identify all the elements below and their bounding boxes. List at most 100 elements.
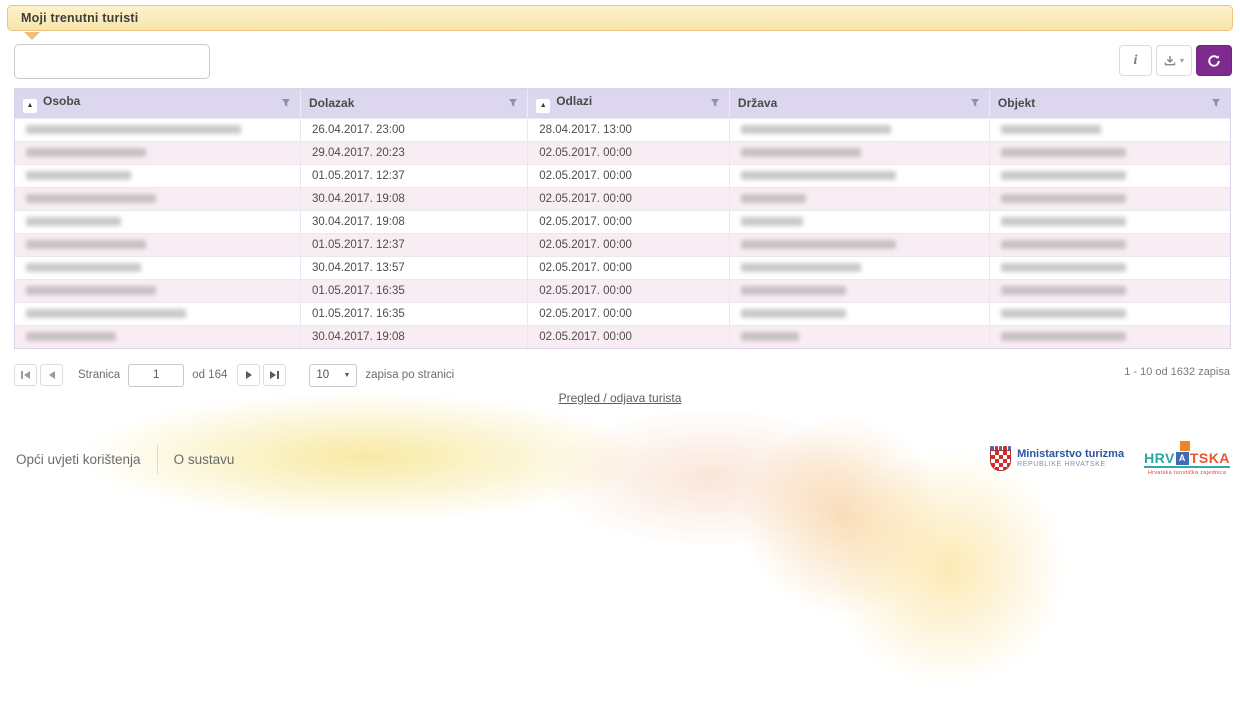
footer-logos: Ministarstvo turizma REPUBLIKE HRVATSKE … xyxy=(990,441,1230,476)
page-label: Stranica xyxy=(78,369,120,381)
redacted-text xyxy=(1001,217,1126,226)
page-size-select[interactable]: 10 ▼ xyxy=(309,364,357,387)
funnel-icon[interactable] xyxy=(970,98,980,108)
review-checkout-tourists-link[interactable]: Pregled / odjava turista xyxy=(559,391,682,405)
cell-osoba xyxy=(15,118,301,141)
cell-drzava xyxy=(729,233,989,256)
info-icon: i xyxy=(1134,53,1138,69)
cell-objekt xyxy=(989,325,1230,348)
redacted-text xyxy=(26,332,116,341)
terms-of-use-link[interactable]: Opći uvjeti korištenja xyxy=(16,452,141,467)
ministry-subtitle: REPUBLIKE HRVATSKE xyxy=(1017,461,1124,468)
cell-objekt xyxy=(989,256,1230,279)
table-row[interactable]: 30.04.2017. 13:5702.05.2017. 00:00 xyxy=(15,256,1230,279)
table-row[interactable]: 29.04.2017. 20:2302.05.2017. 00:00 xyxy=(15,141,1230,164)
cell-osoba xyxy=(15,279,301,302)
column-label: Dolazak xyxy=(309,96,354,110)
pagination-bar: Stranica od 164 10 ▼ zapisa po stranici xyxy=(14,363,454,387)
cell-dolazak: 30.04.2017. 19:08 xyxy=(301,210,528,233)
cell-odlazi: 02.05.2017. 00:00 xyxy=(528,256,730,279)
redacted-text xyxy=(1001,240,1126,249)
column-label: Objekt xyxy=(998,96,1035,110)
cell-drzava xyxy=(729,325,989,348)
cell-objekt xyxy=(989,118,1230,141)
funnel-icon[interactable] xyxy=(1211,98,1221,108)
cell-dolazak: 30.04.2017. 19:08 xyxy=(301,325,528,348)
redacted-text xyxy=(741,171,896,180)
cell-dolazak: 29.04.2017. 20:23 xyxy=(301,141,528,164)
tab-moji-trenutni-turisti[interactable]: Moji trenutni turisti xyxy=(7,5,1233,31)
column-header-dolazak[interactable]: Dolazak xyxy=(301,89,528,118)
refresh-icon xyxy=(1207,54,1221,68)
cell-objekt xyxy=(989,164,1230,187)
table-row[interactable]: 30.04.2017. 19:0802.05.2017. 00:00 xyxy=(15,187,1230,210)
column-header-odlazi[interactable]: ▲Odlazi xyxy=(528,89,730,118)
redacted-text xyxy=(1001,194,1126,203)
table-row[interactable]: 30.04.2017. 19:0802.05.2017. 00:00 xyxy=(15,325,1230,348)
table-row[interactable]: 01.05.2017. 12:3702.05.2017. 00:00 xyxy=(15,164,1230,187)
redacted-text xyxy=(1001,332,1126,341)
cell-osoba xyxy=(15,141,301,164)
chevron-down-icon: ▾ xyxy=(1180,56,1184,65)
column-header-osoba[interactable]: ▲Osoba xyxy=(15,89,301,118)
redacted-text xyxy=(1001,263,1126,272)
redacted-text xyxy=(741,217,803,226)
table-row[interactable]: 01.05.2017. 16:3502.05.2017. 00:00 xyxy=(15,279,1230,302)
record-range-label: 1 - 10 od 1632 zapisa xyxy=(1124,366,1230,378)
cell-dolazak: 01.05.2017. 16:35 xyxy=(301,302,528,325)
table-row[interactable]: 01.05.2017. 12:3702.05.2017. 00:00 xyxy=(15,233,1230,256)
column-header-objekt[interactable]: Objekt xyxy=(989,89,1230,118)
redacted-text xyxy=(26,240,146,249)
cell-osoba xyxy=(15,302,301,325)
redacted-text xyxy=(741,309,846,318)
table-row[interactable]: 30.04.2017. 19:0802.05.2017. 00:00 xyxy=(15,210,1230,233)
redacted-text xyxy=(1001,171,1126,180)
decorative-blob xyxy=(545,408,875,548)
htz-word-part1: HRV xyxy=(1144,451,1175,465)
column-header-drzava[interactable]: Država xyxy=(729,89,989,118)
cell-odlazi: 28.04.2017. 13:00 xyxy=(528,118,730,141)
redacted-text xyxy=(1001,125,1101,134)
cell-dolazak: 01.05.2017. 16:35 xyxy=(301,279,528,302)
cell-drzava xyxy=(729,187,989,210)
about-system-link[interactable]: O sustavu xyxy=(174,452,235,467)
redacted-text xyxy=(1001,148,1126,157)
page-count-label: od 164 xyxy=(192,369,227,381)
ministry-name: Ministarstvo turizma xyxy=(1017,449,1124,461)
cell-osoba xyxy=(15,233,301,256)
cell-objekt xyxy=(989,233,1230,256)
cell-osoba xyxy=(15,325,301,348)
next-page-button[interactable] xyxy=(237,364,260,386)
cell-osoba xyxy=(15,164,301,187)
tourists-table: ▲Osoba Dolazak ▲Odlazi Država Objekt xyxy=(14,88,1231,349)
cell-drzava xyxy=(729,256,989,279)
cell-osoba xyxy=(15,187,301,210)
page-number-input[interactable] xyxy=(128,364,184,387)
last-page-button[interactable] xyxy=(263,364,286,386)
refresh-button[interactable] xyxy=(1196,45,1232,76)
info-button[interactable]: i xyxy=(1119,45,1152,76)
redacted-text xyxy=(741,263,861,272)
toolbar: i ▾ xyxy=(1119,45,1232,76)
page-size-value: 10 xyxy=(316,369,329,381)
funnel-icon[interactable] xyxy=(710,98,720,108)
search-input[interactable] xyxy=(14,44,210,79)
prev-page-button[interactable] xyxy=(40,364,63,386)
table-row[interactable]: 26.04.2017. 23:0028.04.2017. 13:00 xyxy=(15,118,1230,141)
cell-objekt xyxy=(989,279,1230,302)
ministry-of-tourism-logo: Ministarstvo turizma REPUBLIKE HRVATSKE xyxy=(990,446,1124,471)
cell-dolazak: 01.05.2017. 12:37 xyxy=(301,233,528,256)
cell-drzava xyxy=(729,302,989,325)
funnel-icon[interactable] xyxy=(508,98,518,108)
funnel-icon[interactable] xyxy=(281,98,291,108)
column-label: Država xyxy=(738,96,777,110)
cell-odlazi: 02.05.2017. 00:00 xyxy=(528,233,730,256)
export-button[interactable]: ▾ xyxy=(1156,45,1192,76)
cell-odlazi: 02.05.2017. 00:00 xyxy=(528,210,730,233)
first-page-button[interactable] xyxy=(14,364,37,386)
table-row[interactable]: 01.05.2017. 16:3502.05.2017. 00:00 xyxy=(15,302,1230,325)
cell-objekt xyxy=(989,141,1230,164)
redacted-text xyxy=(26,148,146,157)
decorative-blob xyxy=(725,398,960,633)
download-icon xyxy=(1164,55,1176,67)
